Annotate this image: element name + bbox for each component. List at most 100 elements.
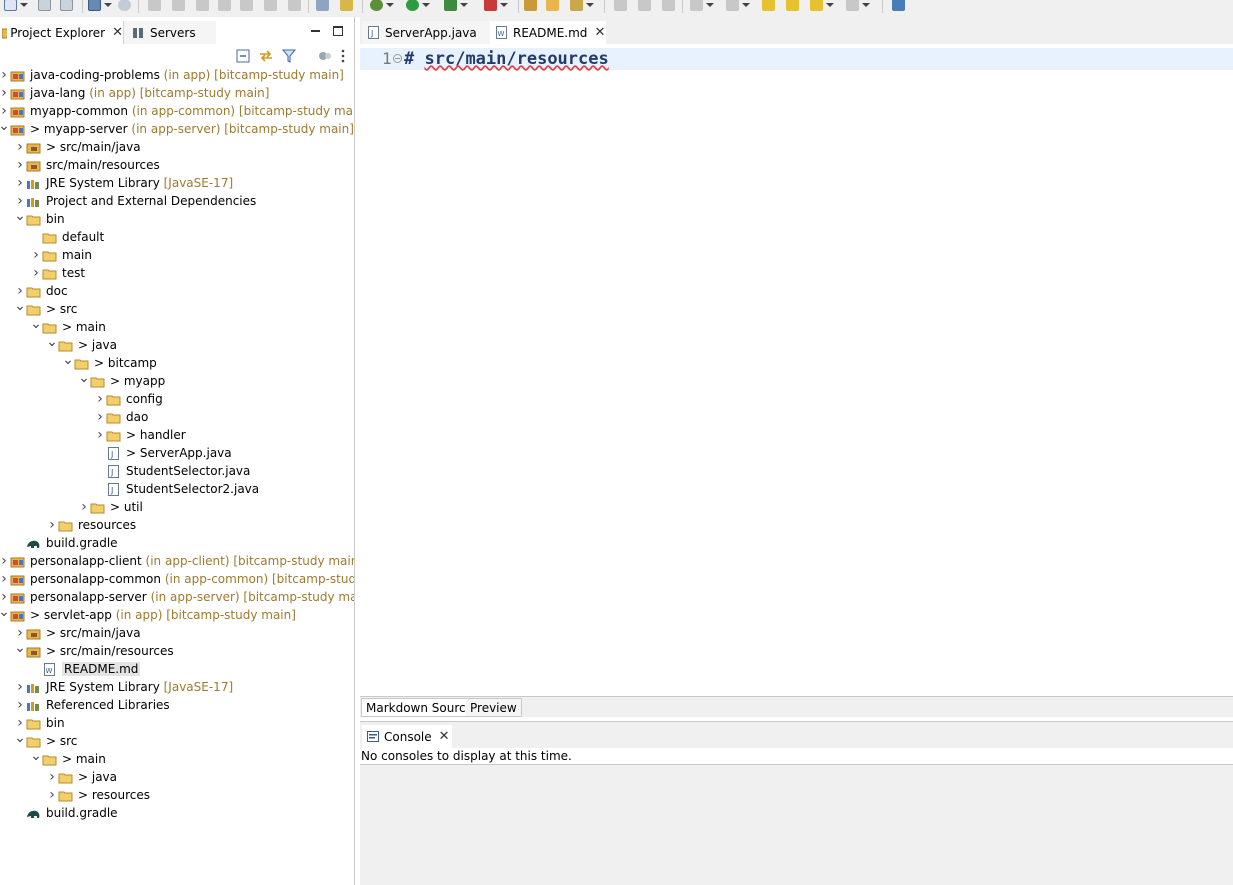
toggle-mark-occurrences-icon[interactable] <box>614 0 627 13</box>
chevron-down-icon[interactable]: ⌄ <box>14 729 26 747</box>
tree-item[interactable]: › resources <box>0 516 354 534</box>
tree-item[interactable]: › java-lang (in app) [bitcamp-study main] <box>0 84 354 102</box>
tree-item[interactable]: › src/main/resources <box>0 156 354 174</box>
tree-item[interactable]: ⌄ > servlet-app (in app) [bitcamp-study m… <box>0 604 354 624</box>
last-edit-location-icon[interactable] <box>762 0 775 13</box>
tree-item[interactable]: › > resources <box>0 786 354 804</box>
chevron-right-icon[interactable]: › <box>0 552 9 570</box>
chevron-down-icon[interactable]: ⌄ <box>14 639 26 657</box>
tree-item[interactable]: › personalapp-server (in app-server) [bit… <box>0 588 354 606</box>
step-return-icon[interactable] <box>288 0 301 13</box>
tree-item[interactable]: › > util <box>0 498 354 516</box>
tree-item[interactable]: ⌄ > src/main/resources <box>0 639 354 660</box>
back-icon[interactable] <box>810 0 834 13</box>
focus-icon[interactable] <box>318 49 332 63</box>
coverage-icon[interactable] <box>444 0 468 13</box>
tree-item[interactable]: › personalapp-common (in app-common) [bit… <box>0 570 354 588</box>
chevron-down-icon[interactable]: ⌄ <box>46 333 58 351</box>
chevron-right-icon[interactable]: › <box>15 174 25 192</box>
tree-item[interactable]: ⌄ bin <box>0 207 354 228</box>
tree-item[interactable]: › myapp-common (in app-common) [bitcamp-s… <box>0 102 354 120</box>
tab-markdown-source[interactable]: Markdown Source <box>361 698 478 717</box>
close-icon[interactable]: ✕ <box>439 729 450 744</box>
tree-item[interactable]: › personalapp-client (in app-client) [bit… <box>0 552 354 570</box>
step-over-icon[interactable] <box>264 0 277 13</box>
tree-item[interactable]: ⌄ > java <box>0 333 354 354</box>
tree-item[interactable]: ⌄ > src <box>0 298 354 318</box>
chevron-right-icon[interactable]: › <box>31 264 41 282</box>
show-whitespace-icon[interactable] <box>662 0 675 13</box>
block-selection-icon[interactable] <box>638 0 651 13</box>
tree-item[interactable]: ⌄ > bitcamp <box>0 351 354 372</box>
open-task-icon[interactable] <box>570 0 594 13</box>
tree-item[interactable]: ⌄ > src <box>0 729 354 750</box>
chevron-down-icon[interactable]: ⌄ <box>78 369 90 387</box>
chevron-down-icon[interactable]: ⌄ <box>14 207 26 225</box>
step-into-icon[interactable] <box>240 0 253 13</box>
chevron-right-icon[interactable]: › <box>47 516 57 534</box>
chevron-right-icon[interactable]: › <box>15 696 25 714</box>
tree-item[interactable]: ⌄ > myapp <box>0 369 354 390</box>
resume-icon[interactable] <box>148 0 161 13</box>
forward-icon[interactable] <box>846 0 870 13</box>
skip-breakpoints-icon[interactable] <box>340 0 353 13</box>
chevron-down-icon[interactable]: ⌄ <box>62 351 74 369</box>
close-icon[interactable]: ✕ <box>112 25 123 40</box>
tree-item[interactable]: build.gradle <box>0 804 354 822</box>
tree-item[interactable]: J StudentSelector2.java <box>0 480 354 498</box>
tab-readme-md[interactable]: W README.md ✕ <box>490 21 606 44</box>
tree-item[interactable]: › > java <box>0 768 354 786</box>
tree-item[interactable]: › doc <box>0 282 354 300</box>
terminate-icon[interactable] <box>196 0 209 13</box>
maximize-icon[interactable] <box>333 26 343 36</box>
chevron-right-icon[interactable]: › <box>47 786 57 804</box>
tree-item[interactable]: › test <box>0 264 354 282</box>
tree-item[interactable]: W README.md <box>0 660 354 678</box>
fold-icon[interactable]: − <box>393 54 402 63</box>
new-icon[interactable] <box>4 0 28 13</box>
tree-item[interactable]: › > handler <box>0 426 354 444</box>
tree-item[interactable]: › Referenced Libraries <box>0 696 354 714</box>
use-step-filters-icon[interactable] <box>316 0 329 13</box>
chevron-right-icon[interactable]: › <box>15 156 25 174</box>
chevron-down-icon[interactable]: ⌄ <box>30 315 42 333</box>
tree-item[interactable]: ⌄ > myapp-server (in app-server) [bitcamp… <box>0 118 354 138</box>
tree-item[interactable]: › bin <box>0 714 354 732</box>
chevron-right-icon[interactable]: › <box>95 390 105 408</box>
tree-item[interactable]: › java-coding-problems (in app) [bitcamp-… <box>0 66 354 84</box>
tree-item[interactable]: › main <box>0 246 354 264</box>
minimize-icon[interactable] <box>311 30 320 32</box>
tab-project-explorer[interactable]: Project Explorer ✕ <box>0 21 124 44</box>
tree-item[interactable]: ⌄ > main <box>0 747 354 768</box>
chevron-right-icon[interactable]: › <box>15 678 25 696</box>
view-menu-icon[interactable] <box>340 49 346 63</box>
search-icon[interactable] <box>118 0 131 13</box>
filter-icon[interactable] <box>282 49 296 63</box>
chevron-right-icon[interactable]: › <box>47 768 57 786</box>
run-icon[interactable] <box>406 0 430 13</box>
tree-item[interactable]: default <box>0 228 354 246</box>
chevron-right-icon[interactable]: › <box>15 138 25 156</box>
tree-item[interactable]: › config <box>0 390 354 408</box>
tab-preview[interactable]: Preview <box>466 698 522 717</box>
tab-serverapp-java[interactable]: J ServerApp.java <box>362 21 490 44</box>
debug-icon[interactable] <box>370 0 394 13</box>
tree-item[interactable]: › JRE System Library [JavaSE-17] <box>0 174 354 192</box>
chevron-down-icon[interactable]: ⌄ <box>30 747 42 765</box>
disconnect-icon[interactable] <box>218 0 231 13</box>
chevron-right-icon[interactable]: › <box>31 246 41 264</box>
tab-servers[interactable]: Servers <box>124 21 216 44</box>
markdown-editor[interactable]: 1 − # src/main/resources <box>360 44 1233 696</box>
save-icon[interactable] <box>38 0 51 13</box>
chevron-right-icon[interactable]: › <box>0 84 9 102</box>
tree-item[interactable]: › > src/main/java <box>0 138 354 156</box>
new-java-project-icon[interactable] <box>524 0 537 13</box>
code-line[interactable]: # src/main/resources <box>404 49 609 69</box>
next-annotation-icon[interactable] <box>690 0 714 13</box>
tree-item[interactable]: J > ServerApp.java <box>0 444 354 462</box>
tree-item[interactable]: › > src/main/java <box>0 624 354 642</box>
open-perspective-icon[interactable] <box>892 0 905 13</box>
save-all-icon[interactable] <box>60 0 73 13</box>
print-icon[interactable] <box>88 0 112 13</box>
collapse-all-icon[interactable] <box>236 49 250 63</box>
